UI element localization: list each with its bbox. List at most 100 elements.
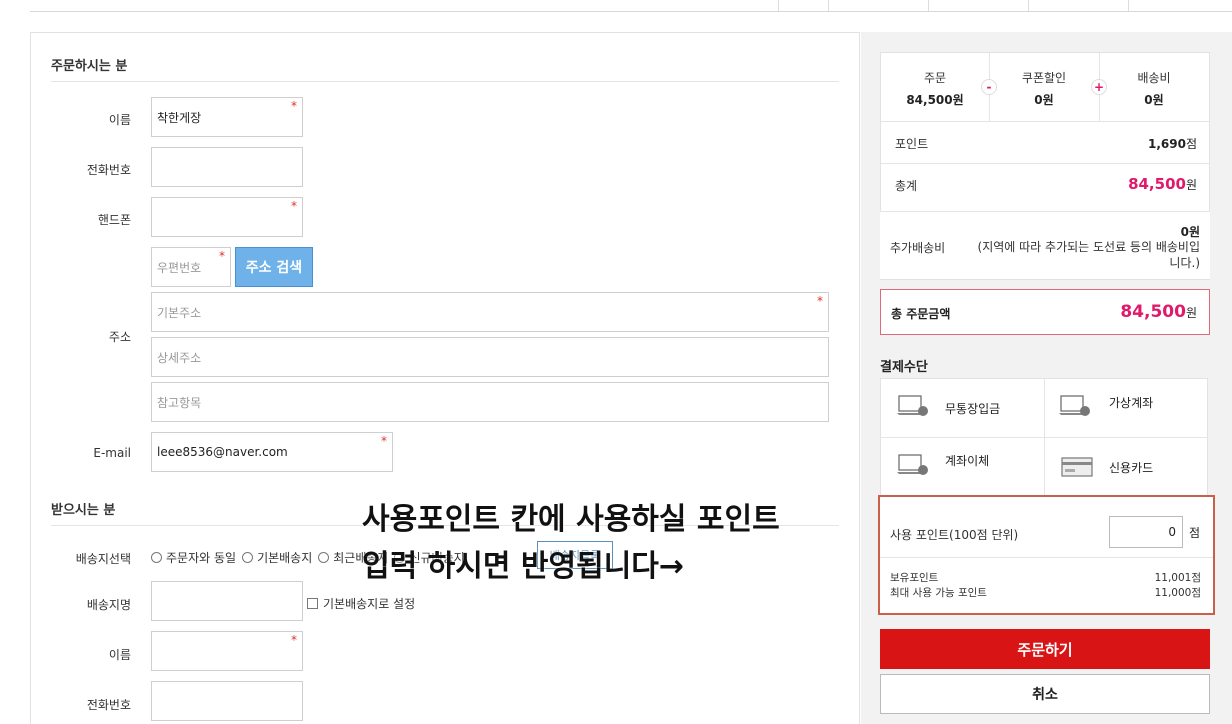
shipping-fee-value: 0원 — [1144, 93, 1164, 107]
payment-method-title: 결제수단 — [880, 360, 928, 375]
address-label: 주소 — [108, 330, 131, 344]
orderer-phone-input[interactable] — [151, 147, 303, 187]
point-usage-label: 사용 포인트(100점 단위) — [890, 528, 1019, 542]
payment-credit-card[interactable]: 신용카드 — [1045, 438, 1208, 496]
nav-separator — [1128, 0, 1129, 11]
order-amount-cell: 주문 84,500원 — [881, 53, 989, 121]
point-value: 1,690 — [1147, 137, 1186, 151]
required-mark: * — [291, 633, 297, 647]
radio-circle — [318, 552, 330, 563]
plus-icon: + — [1091, 79, 1107, 95]
required-mark: * — [219, 249, 225, 263]
reference-address-placeholder: 참고항목 — [157, 395, 202, 410]
subtotal-row: 총계 84,500원 — [881, 163, 1209, 205]
orderer-mobile-label: 핸드폰 — [97, 213, 131, 227]
required-mark: * — [291, 99, 297, 113]
default-address-checkbox[interactable]: 기본배송지로 설정 — [307, 595, 415, 612]
point-amount: 1,690점 — [1148, 135, 1197, 152]
base-address-input[interactable]: 기본주소 * — [151, 292, 829, 332]
order-amount-label: 주문 — [923, 71, 947, 85]
point-usage-input[interactable]: 0 — [1109, 516, 1183, 548]
orderer-mobile-input[interactable]: * — [151, 197, 303, 237]
order-amount-value: 84,500원 — [906, 93, 964, 107]
payment-label: 무통장입금 — [945, 402, 1001, 416]
receiver-phone-label: 전화번호 — [86, 698, 131, 712]
laptop-icon — [897, 395, 928, 416]
payment-bank-deposit[interactable]: 무통장입금 — [881, 379, 1044, 437]
email-label: E-mail — [93, 446, 131, 460]
shipping-fee-label: 배송비 — [1137, 71, 1171, 85]
required-mark: * — [291, 199, 297, 213]
max-point-label: 최대 사용 가능 포인트 — [890, 587, 987, 599]
top-nav-bar — [30, 0, 1232, 12]
credit-card-icon — [1061, 457, 1093, 477]
shipping-select-label: 배송지선택 — [75, 552, 131, 566]
orderer-name-input[interactable]: 착한게장 * — [151, 97, 303, 137]
total-amount-label: 총 주문금액 — [891, 307, 951, 321]
max-point-value: 11,000점 — [1154, 587, 1201, 599]
point-row: 포인트 1,690점 — [881, 121, 1209, 163]
nav-separator — [1028, 0, 1029, 11]
orderer-name-label: 이름 — [108, 113, 131, 127]
payment-account-transfer[interactable]: 계좌이체 — [881, 438, 1044, 496]
owned-point-label: 보유포인트 — [890, 572, 939, 584]
base-address-placeholder: 기본주소 — [157, 305, 202, 320]
subtotal-value: 84,500 — [1128, 175, 1186, 193]
nav-separator — [828, 0, 829, 11]
address-search-button[interactable]: 주소 검색 — [235, 247, 313, 287]
detail-address-placeholder: 상세주소 — [157, 350, 202, 365]
orderer-phone-label: 전화번호 — [86, 163, 131, 177]
place-name-input[interactable] — [151, 581, 303, 621]
total-amount-unit: 원 — [1185, 306, 1197, 320]
total-amount-value: 84,500 — [1120, 302, 1186, 322]
radio-circle — [151, 552, 162, 563]
coupon-discount-label: 쿠폰할인 — [1021, 71, 1067, 85]
extra-shipping-value: 0원 — [1180, 225, 1200, 239]
email-value: leee8536@naver.com — [157, 445, 288, 459]
coupon-discount-value: 0원 — [1034, 93, 1054, 107]
box-divider — [880, 557, 1213, 558]
required-mark: * — [817, 294, 823, 308]
point-unit: 점 — [1185, 137, 1197, 151]
payment-label: 계좌이체 — [945, 454, 990, 468]
subtotal-amount: 84,500원 — [1128, 175, 1197, 193]
zipcode-placeholder: 우편번호 — [157, 260, 202, 275]
owned-point-value: 11,001점 — [1154, 572, 1201, 584]
point-usage-unit: 점 — [1189, 526, 1201, 540]
reference-address-input[interactable]: 참고항목 — [151, 382, 829, 422]
default-checkbox-label: 기본배송지로 설정 — [323, 597, 416, 611]
email-input[interactable]: leee8536@naver.com * — [151, 432, 393, 472]
shipping-fee-cell: 배송비 0원 — [1099, 53, 1209, 121]
section-divider — [51, 81, 839, 82]
payment-virtual-account[interactable]: 가상계좌 — [1045, 379, 1208, 437]
coupon-discount-cell: 쿠폰할인 0원 — [989, 53, 1099, 121]
receiver-name-input[interactable]: * — [151, 631, 303, 671]
radio-same-as-orderer[interactable]: 주문자와 동일 — [151, 549, 236, 566]
extra-shipping-label: 추가배송비 — [890, 241, 946, 255]
zipcode-input[interactable]: 우편번호 * — [151, 247, 231, 287]
extra-shipping-box: 추가배송비 0원 (지역에 따라 추가되는 도선료 등의 배송비입니다.) — [880, 211, 1210, 279]
cancel-button[interactable]: 취소 — [880, 674, 1210, 714]
total-amount-box: 총 주문금액 84,500원 — [880, 289, 1210, 335]
radio-label: 기본배송지 — [257, 551, 313, 565]
payment-label: 가상계좌 — [1109, 396, 1154, 410]
payment-label: 신용카드 — [1109, 461, 1154, 475]
radio-circle — [242, 552, 254, 563]
receiver-phone-input[interactable] — [151, 681, 303, 721]
laptop-icon — [897, 454, 928, 475]
nav-separator — [928, 0, 929, 11]
point-label: 포인트 — [895, 137, 929, 151]
point-usage-box: 사용 포인트(100점 단위) 0 점 보유포인트 11,001점 최대 사용 … — [878, 495, 1215, 615]
detail-address-input[interactable]: 상세주소 — [151, 337, 829, 377]
extra-shipping-note: (지역에 따라 추가되는 도선료 등의 배송비입니다.) — [977, 240, 1200, 270]
instruction-overlay-line1: 사용포인트 칸에 사용하실 포인트 — [362, 502, 780, 537]
radio-label: 주문자와 동일 — [166, 551, 237, 565]
receiver-section-title: 받으시는 분 — [51, 503, 116, 518]
place-name-label: 배송지명 — [86, 598, 131, 612]
radio-default-address[interactable]: 기본배송지 — [242, 549, 312, 566]
total-amount: 84,500원 — [1120, 302, 1197, 322]
checkbox-box — [307, 598, 318, 609]
required-mark: * — [381, 434, 387, 448]
payment-method-grid: 무통장입금 가상계좌 계좌이체 신용카드 — [880, 378, 1208, 496]
place-order-button[interactable]: 주문하기 — [880, 629, 1210, 669]
